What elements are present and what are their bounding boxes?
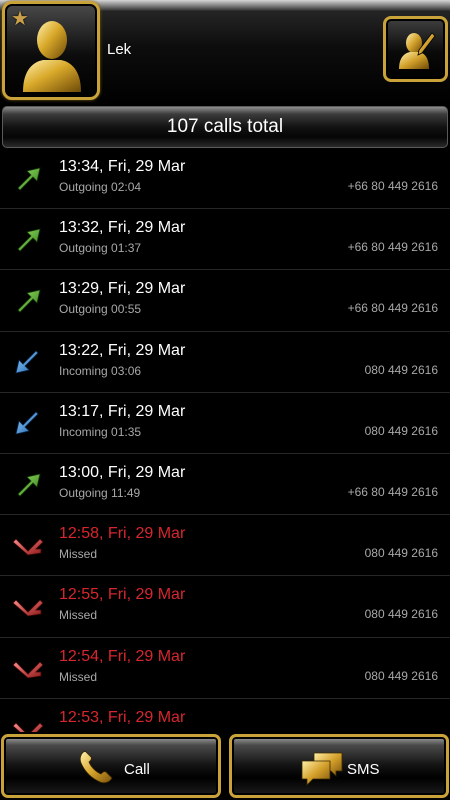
call-log-row[interactable]: 12:54, Fri, 29 Mar Missed 080 449 2616 bbox=[0, 637, 450, 699]
outgoing-arrow-icon bbox=[12, 225, 44, 253]
edit-contact-icon bbox=[399, 32, 436, 69]
edit-contact-button[interactable] bbox=[383, 16, 448, 82]
call-detail: Incoming 03:06 bbox=[59, 363, 142, 378]
call-time: 12:53, Fri, 29 Mar bbox=[59, 708, 186, 726]
missed-call-icon bbox=[12, 531, 44, 559]
call-time: 13:32, Fri, 29 Mar bbox=[59, 219, 186, 237]
outgoing-arrow-icon bbox=[12, 164, 44, 192]
call-time: 13:22, Fri, 29 Mar bbox=[59, 341, 186, 359]
contact-avatar[interactable]: ★ bbox=[2, 1, 100, 100]
call-time: 12:54, Fri, 29 Mar bbox=[59, 647, 186, 665]
call-time: 12:55, Fri, 29 Mar bbox=[59, 586, 186, 604]
call-log-row[interactable]: 13:22, Fri, 29 Mar Incoming 03:06 080 449 … bbox=[0, 331, 450, 393]
missed-call-icon bbox=[12, 654, 44, 682]
call-time: 13:17, Fri, 29 Mar bbox=[59, 402, 186, 420]
sms-button-label: SMS bbox=[347, 761, 380, 778]
bottom-action-bar: Call SMS bbox=[0, 732, 450, 800]
favorite-star-icon[interactable]: ★ bbox=[11, 9, 29, 29]
call-time: 12:58, Fri, 29 Mar bbox=[59, 525, 186, 543]
call-detail: Outgoing 02:04 bbox=[59, 180, 142, 194]
call-detail: Incoming 01:35 bbox=[59, 424, 142, 439]
call-time: 13:29, Fri, 29 Mar bbox=[59, 280, 186, 298]
call-number: 080 449 2616 bbox=[364, 607, 438, 622]
sms-button[interactable]: SMS bbox=[229, 734, 449, 798]
call-number: +66 80 449 2616 bbox=[347, 484, 438, 499]
sms-bubbles-icon bbox=[301, 752, 343, 786]
outgoing-arrow-icon bbox=[12, 470, 44, 498]
call-log-row[interactable]: 13:17, Fri, 29 Mar Incoming 01:35 080 449 … bbox=[0, 392, 450, 454]
call-log-row[interactable]: 12:53, Fri, 29 Mar bbox=[0, 698, 450, 734]
calls-total-bar: 107 calls total bbox=[2, 106, 448, 148]
call-detail: Missed bbox=[59, 608, 98, 623]
call-log-row[interactable]: 12:55, Fri, 29 Mar Missed 080 449 2616 bbox=[0, 576, 450, 638]
call-detail: Missed bbox=[59, 547, 98, 562]
call-log-row[interactable]: 13:00, Fri, 29 Mar Outgoing 11:49 +66 80 4… bbox=[0, 453, 450, 516]
call-button[interactable]: Call bbox=[1, 734, 221, 798]
contact-header: ★ Lek bbox=[0, 0, 450, 104]
call-detail: Missed bbox=[59, 669, 98, 684]
call-number: 080 449 2616 bbox=[364, 362, 438, 377]
call-detail: Outgoing 01:37 bbox=[59, 241, 142, 256]
call-number: 080 449 2616 bbox=[364, 546, 438, 561]
call-time: 13:34, Fri, 29 Mar bbox=[59, 158, 186, 175]
phone-handset-icon bbox=[79, 750, 113, 784]
call-log-row[interactable]: 13:29, Fri, 29 Mar Outgoing 00:55 +66 80 4… bbox=[0, 270, 450, 332]
call-number: +66 80 449 2616 bbox=[347, 179, 438, 193]
outgoing-arrow-icon bbox=[12, 286, 44, 314]
call-log-list[interactable]: 13:34, Fri, 29 Mar Outgoing 02:04 +66 80 4… bbox=[0, 148, 450, 734]
call-log-row[interactable]: 13:32, Fri, 29 Mar Outgoing 01:37 +66 80 4… bbox=[0, 209, 450, 271]
incoming-arrow-icon bbox=[12, 348, 44, 376]
call-button-label: Call bbox=[124, 761, 150, 778]
call-number: +66 80 449 2616 bbox=[347, 240, 438, 255]
call-detail: Outgoing 11:49 bbox=[59, 485, 141, 500]
call-number: +66 80 449 2616 bbox=[347, 301, 438, 316]
call-time: 13:00, Fri, 29 Mar bbox=[59, 463, 186, 481]
call-number: 080 449 2616 bbox=[364, 423, 438, 438]
incoming-arrow-icon bbox=[12, 409, 44, 437]
call-log-row[interactable]: 12:58, Fri, 29 Mar Missed 080 449 2616 bbox=[0, 515, 450, 577]
call-log-row[interactable]: 13:34, Fri, 29 Mar Outgoing 02:04 +66 80 4… bbox=[0, 148, 450, 210]
call-number: 080 449 2616 bbox=[364, 668, 438, 683]
missed-call-icon bbox=[12, 592, 44, 620]
call-detail: Outgoing 00:55 bbox=[59, 302, 142, 317]
contact-name: Lek bbox=[107, 41, 132, 58]
